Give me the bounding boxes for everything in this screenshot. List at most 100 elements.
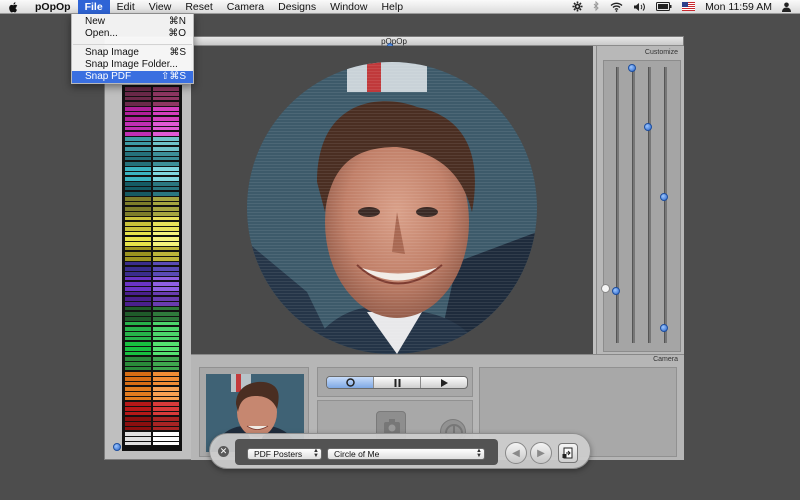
palette-swatch[interactable] xyxy=(125,297,179,301)
palette-swatch[interactable] xyxy=(125,252,179,256)
palette-swatch[interactable] xyxy=(125,322,179,325)
palette-swatch[interactable] xyxy=(125,337,179,340)
menu-designs[interactable]: Designs xyxy=(271,0,323,14)
palette-swatch[interactable] xyxy=(125,377,179,381)
palette-swatch[interactable] xyxy=(125,307,179,310)
palette-swatch[interactable] xyxy=(125,402,179,406)
palette-swatch[interactable] xyxy=(125,132,179,136)
palette-swatch[interactable] xyxy=(125,187,179,190)
palette-swatch[interactable] xyxy=(125,437,179,441)
volume-icon[interactable] xyxy=(628,0,651,14)
palette-swatch[interactable] xyxy=(125,107,179,111)
palette-swatch[interactable] xyxy=(125,197,179,201)
palette-swatch[interactable] xyxy=(125,92,179,96)
palette-swatch[interactable] xyxy=(125,417,179,421)
menu-item-open[interactable]: Open... ⌘O xyxy=(72,28,193,40)
palette-swatch[interactable] xyxy=(125,442,179,445)
clock[interactable]: Mon 11:59 AM xyxy=(700,0,777,14)
palette-swatch[interactable] xyxy=(125,367,179,370)
palette-swatch[interactable] xyxy=(125,412,179,415)
palette-swatch[interactable] xyxy=(125,427,179,430)
slider-track-3[interactable] xyxy=(648,67,651,343)
palette-scroll-knob[interactable] xyxy=(113,443,121,451)
slider-thumb-white[interactable] xyxy=(601,284,610,293)
palette-swatch[interactable] xyxy=(125,222,179,226)
palette-swatch[interactable] xyxy=(125,152,179,156)
menu-camera[interactable]: Camera xyxy=(220,0,271,14)
slider-knob-5[interactable] xyxy=(660,324,668,332)
palette-swatch[interactable] xyxy=(125,342,179,346)
palette-swatch[interactable] xyxy=(125,277,179,280)
next-button[interactable]: ▶ xyxy=(530,442,552,464)
menu-view[interactable]: View xyxy=(142,0,179,14)
palette-swatch[interactable] xyxy=(125,357,179,361)
palette-swatch[interactable] xyxy=(125,247,179,250)
palette-swatch[interactable] xyxy=(125,117,179,121)
menu-edit[interactable]: Edit xyxy=(110,0,142,14)
palette-swatch[interactable] xyxy=(125,397,179,400)
palette-swatch[interactable] xyxy=(125,142,179,145)
palette-swatch[interactable] xyxy=(125,282,179,286)
palette-swatch[interactable] xyxy=(125,262,179,265)
palette-swatch[interactable] xyxy=(125,327,179,331)
design-popup[interactable]: Circle of Me ▲ ▼ xyxy=(327,448,485,460)
palette-swatch[interactable] xyxy=(125,352,179,355)
play-button[interactable] xyxy=(421,377,467,388)
palette-swatch[interactable] xyxy=(125,287,179,291)
bluetooth-icon[interactable] xyxy=(588,0,605,14)
menu-help[interactable]: Help xyxy=(374,0,410,14)
palette-swatch[interactable] xyxy=(125,432,179,436)
palette-swatch[interactable] xyxy=(125,127,179,130)
palette-swatch[interactable] xyxy=(125,147,179,151)
palette-swatch[interactable] xyxy=(125,332,179,336)
palette-swatch[interactable] xyxy=(125,407,179,411)
palette-swatch[interactable] xyxy=(125,227,179,231)
preview-stage[interactable] xyxy=(191,46,593,354)
menu-file[interactable]: File xyxy=(77,0,110,14)
palette-swatch[interactable] xyxy=(125,172,179,175)
previous-button[interactable]: ◀ xyxy=(505,442,527,464)
palette-swatch[interactable] xyxy=(125,207,179,211)
palette-swatch[interactable] xyxy=(125,232,179,235)
slider-knob-1[interactable] xyxy=(612,287,620,295)
palette-swatch[interactable] xyxy=(125,392,179,396)
palette-swatch[interactable] xyxy=(125,257,179,261)
palette-swatch[interactable] xyxy=(125,112,179,115)
palette-swatch[interactable] xyxy=(125,347,179,351)
gear-icon[interactable] xyxy=(567,0,588,14)
slider-knob-4[interactable] xyxy=(660,193,668,201)
playback-segmented-control[interactable] xyxy=(326,376,468,389)
palette-swatch[interactable] xyxy=(125,97,179,100)
palette-swatch[interactable] xyxy=(125,302,179,306)
palette-swatch[interactable] xyxy=(125,177,179,181)
palette-swatch[interactable] xyxy=(125,182,179,186)
palette-swatch[interactable] xyxy=(125,157,179,160)
palette-swatch[interactable] xyxy=(125,422,179,426)
close-icon[interactable]: ✕ xyxy=(218,446,229,457)
record-button[interactable] xyxy=(327,377,374,388)
menu-window[interactable]: Window xyxy=(323,0,374,14)
palette-swatch[interactable] xyxy=(125,387,179,391)
slider-knob-2[interactable] xyxy=(628,64,636,72)
palette-swatch[interactable] xyxy=(125,372,179,376)
slider-track-4[interactable] xyxy=(664,67,667,343)
palette-swatch[interactable] xyxy=(125,137,179,141)
menu-app-name[interactable]: pOpOp xyxy=(28,0,78,14)
slider-track-1[interactable] xyxy=(616,67,619,343)
menu-item-snap-pdf[interactable]: Snap PDF ⇧⌘S xyxy=(72,71,193,83)
user-icon[interactable] xyxy=(777,0,800,14)
palette-swatch[interactable] xyxy=(125,382,179,385)
palette-swatch[interactable] xyxy=(125,317,179,321)
palette-swatch[interactable] xyxy=(125,202,179,205)
palette-swatch[interactable] xyxy=(125,217,179,220)
slider-knob-3[interactable] xyxy=(644,123,652,131)
palette-swatch[interactable] xyxy=(125,192,179,196)
palette-swatch[interactable] xyxy=(125,267,179,271)
palette-swatch[interactable] xyxy=(125,292,179,295)
menu-item-snap-image[interactable]: Snap Image ⌘S xyxy=(72,47,193,59)
palette-swatch[interactable] xyxy=(125,362,179,366)
menu-item-snap-image-folder[interactable]: Snap Image Folder... xyxy=(72,59,193,71)
palette-swatch[interactable] xyxy=(125,242,179,246)
pause-button[interactable] xyxy=(374,377,421,388)
palette-swatch[interactable] xyxy=(125,162,179,166)
